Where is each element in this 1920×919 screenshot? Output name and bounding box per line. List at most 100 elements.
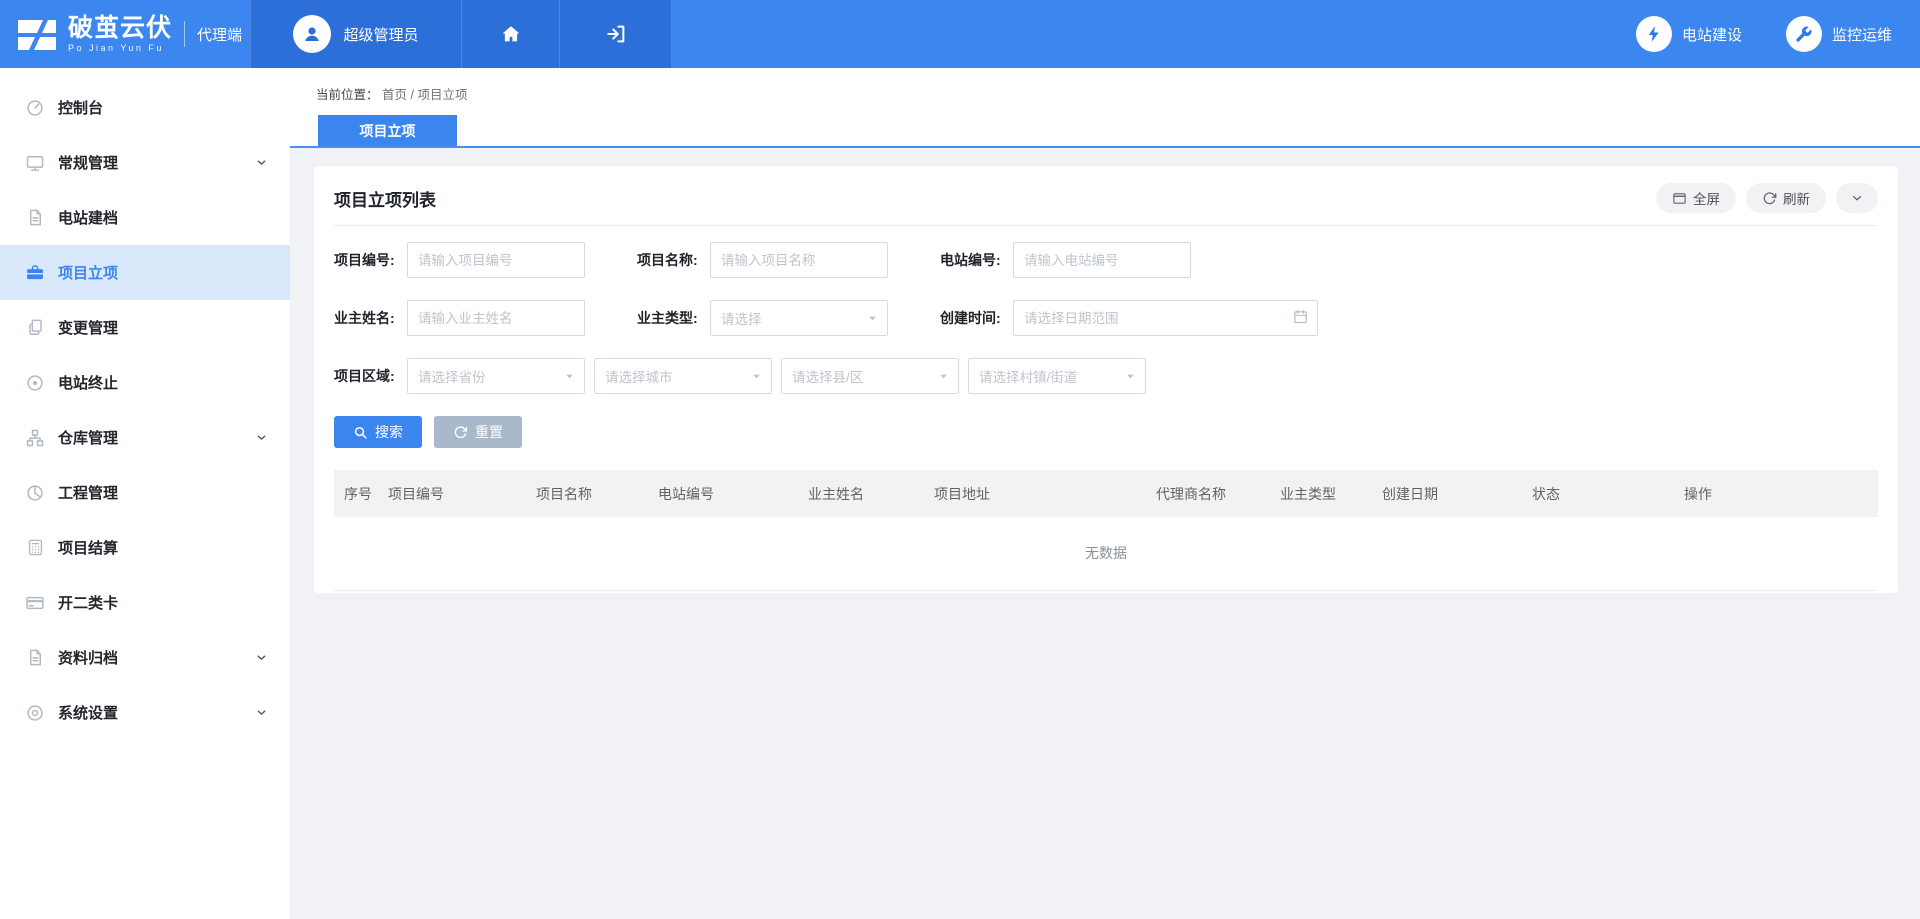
logout-button[interactable]	[560, 0, 672, 68]
sidebar-item-data-archive[interactable]: 资料归档	[0, 630, 290, 685]
sidebar-item-general-mgmt[interactable]: 常规管理	[0, 135, 290, 190]
quick-link-label: 电站建设	[1682, 24, 1742, 45]
header-spacer	[672, 0, 1636, 68]
station-no-input[interactable]	[1013, 242, 1191, 278]
refresh-icon	[1762, 191, 1777, 206]
sidebar-item-system-settings[interactable]: 系统设置	[0, 685, 290, 740]
lightning-icon	[1636, 16, 1672, 52]
county-select[interactable]: 请选择县/区	[781, 358, 959, 394]
fullscreen-icon	[1672, 191, 1687, 206]
portal-label: 代理端	[184, 21, 242, 47]
calculator-icon	[25, 538, 45, 558]
province-select[interactable]: 请选择省份	[407, 358, 585, 394]
chevron-down-icon	[255, 431, 268, 444]
empty-row: 无数据	[334, 517, 1878, 590]
chevron-down-icon	[255, 156, 268, 169]
sidebar-item-warehouse-mgmt[interactable]: 仓库管理	[0, 410, 290, 465]
quick-link-label: 监控运维	[1832, 24, 1892, 45]
chevron-down-icon	[1850, 191, 1864, 205]
chevron-down-icon	[255, 706, 268, 719]
logout-icon	[605, 23, 627, 45]
caret-down-icon	[564, 371, 575, 382]
project-no-label: 项目编号:	[334, 250, 407, 270]
project-name-label: 项目名称:	[637, 250, 710, 270]
col-project-address: 项目地址	[922, 470, 1144, 517]
region-label: 项目区域:	[334, 366, 407, 386]
tab-project-initiation[interactable]: 项目立项	[318, 115, 457, 146]
panel-title: 项目立项列表	[334, 186, 436, 211]
document-icon	[25, 208, 45, 228]
sidebar-item-engineering-mgmt[interactable]: 工程管理	[0, 465, 290, 520]
breadcrumb-tab-bar: 当前位置： 首页 / 项目立项 项目立项	[290, 68, 1920, 148]
owner-name-label: 业主姓名:	[334, 308, 407, 328]
col-owner-name: 业主姓名	[796, 470, 922, 517]
breadcrumb-prefix: 当前位置：	[316, 88, 379, 102]
sidebar-item-change-mgmt[interactable]: 变更管理	[0, 300, 290, 355]
card-icon	[25, 593, 45, 613]
project-initiation-panel: 项目立项列表 全屏	[314, 166, 1898, 593]
breadcrumb-separator: /	[411, 88, 414, 102]
owner-type-select[interactable]: 请选择	[710, 300, 888, 336]
col-actions: 操作	[1672, 470, 1878, 517]
city-select[interactable]: 请选择城市	[594, 358, 772, 394]
sidebar-item-project-initiation[interactable]: 项目立项	[0, 245, 290, 300]
sidebar-item-station-termination[interactable]: 电站终止	[0, 355, 290, 410]
col-project-no: 项目编号	[376, 470, 524, 517]
town-select[interactable]: 请选择村镇/街道	[968, 358, 1146, 394]
quick-link-station-build[interactable]: 电站建设	[1636, 16, 1742, 52]
home-button[interactable]	[462, 0, 560, 68]
home-icon	[500, 23, 522, 45]
empty-state-text: 无数据	[334, 517, 1878, 590]
settings-icon	[25, 703, 45, 723]
calendar-icon	[1292, 308, 1309, 325]
caret-down-icon	[751, 371, 762, 382]
refresh-button[interactable]: 刷新	[1746, 183, 1826, 213]
fullscreen-button[interactable]: 全屏	[1656, 183, 1736, 213]
wrench-icon	[1786, 16, 1822, 52]
col-index: 序号	[334, 470, 376, 517]
quick-link-monitor-ops[interactable]: 监控运维	[1786, 16, 1892, 52]
col-station-no: 电站编号	[646, 470, 796, 517]
copy-icon	[25, 318, 45, 338]
breadcrumb: 当前位置： 首页 / 项目立项	[316, 84, 467, 103]
dashboard-icon	[25, 98, 45, 118]
user-avatar-icon	[293, 15, 331, 53]
col-created-date: 创建日期	[1370, 470, 1520, 517]
owner-type-label: 业主类型:	[637, 308, 710, 328]
reset-icon	[453, 425, 468, 440]
col-agent-name: 代理商名称	[1144, 470, 1268, 517]
sidebar-item-console[interactable]: 控制台	[0, 80, 290, 135]
station-no-label: 电站编号:	[940, 250, 1013, 270]
current-user[interactable]: 超级管理员	[250, 0, 462, 68]
caret-down-icon	[1125, 371, 1136, 382]
sidebar-item-station-files[interactable]: 电站建档	[0, 190, 290, 245]
sidebar: 控制台 常规管理 电站建档	[0, 68, 290, 919]
breadcrumb-home-link[interactable]: 首页	[382, 88, 407, 102]
created-at-daterange[interactable]	[1013, 300, 1318, 336]
project-name-input[interactable]	[710, 242, 888, 278]
briefcase-icon	[25, 263, 45, 283]
owner-name-input[interactable]	[407, 300, 585, 336]
project-no-input[interactable]	[407, 242, 585, 278]
search-button[interactable]: 搜索	[334, 416, 422, 448]
collapse-button[interactable]	[1836, 183, 1878, 213]
sidebar-item-open-type2-card[interactable]: 开二类卡	[0, 575, 290, 630]
caret-down-icon	[938, 371, 949, 382]
pie-chart-icon	[25, 483, 45, 503]
logo: 破茧云伏 Po Jian Yun Fu 代理端	[0, 0, 250, 68]
col-project-name: 项目名称	[524, 470, 646, 517]
header-quick-links: 电站建设 监控运维	[1636, 0, 1920, 68]
user-name: 超级管理员	[343, 24, 418, 45]
reset-button[interactable]: 重置	[434, 416, 522, 448]
sidebar-item-project-settlement[interactable]: 项目结算	[0, 520, 290, 575]
chevron-down-icon	[255, 651, 268, 664]
main-area: 当前位置： 首页 / 项目立项 项目立项 项目立项列表 全屏	[290, 68, 1920, 919]
search-icon	[353, 425, 368, 440]
panel-toolbar: 全屏 刷新	[1656, 183, 1878, 213]
results-table: 序号 项目编号 项目名称 电站编号 业主姓名 项目地址 代理商名称 业主类型 创…	[334, 470, 1878, 591]
table-header-row: 序号 项目编号 项目名称 电站编号 业主姓名 项目地址 代理商名称 业主类型 创…	[334, 470, 1878, 517]
sitemap-icon	[25, 428, 45, 448]
logo-subtitle: Po Jian Yun Fu	[68, 44, 172, 53]
col-owner-type: 业主类型	[1268, 470, 1370, 517]
created-at-input[interactable]	[1013, 300, 1318, 336]
